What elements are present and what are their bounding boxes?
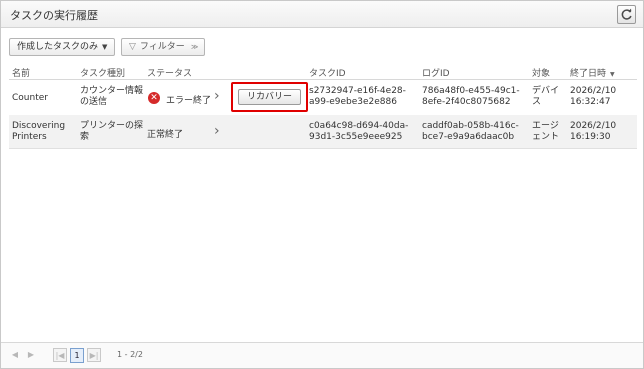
- column-header-log-id[interactable]: ログID: [422, 66, 450, 79]
- target: エージ ェント: [532, 121, 559, 143]
- task-type-line: の送信: [80, 97, 108, 107]
- task-type-line: 索: [80, 132, 90, 142]
- column-header-status[interactable]: ステータス: [147, 66, 192, 79]
- target-line: ス: [532, 97, 542, 107]
- end-date: 2026/2/10: [570, 121, 617, 131]
- column-header-target[interactable]: 対象: [532, 66, 550, 79]
- end-clock: 16:19:30: [570, 132, 611, 142]
- table-header: 名前 タスク種別 ステータス タスクID ログID 対象 終了日時 ▼: [9, 63, 637, 80]
- status-text: エラー終了: [166, 96, 212, 106]
- task-id-line: a99-e9ebe3e2e886: [309, 97, 397, 107]
- end-time: 2026/2/10 16:32:47: [570, 86, 616, 108]
- filter-icon: ▽: [129, 42, 136, 52]
- end-clock: 16:32:47: [570, 97, 611, 107]
- log-id: caddf0ab-058b-416c- bce7-e9a9a6daac0b: [422, 121, 519, 143]
- filter-button[interactable]: ▽ フィルター ≫: [121, 38, 205, 56]
- table-row[interactable]: Counter カウンター情報 の送信 ✕ エラー終了 › s2732947-e…: [9, 81, 637, 115]
- sort-descending-icon: ▼: [610, 71, 615, 78]
- target-line: ェント: [532, 132, 560, 142]
- target-line: エージ: [532, 121, 559, 131]
- page-range: 1 - 2/2: [117, 350, 143, 359]
- target-line: デバイ: [532, 86, 560, 96]
- task-type: カウンター情報 の送信: [80, 86, 143, 108]
- panel-header: タスクの実行履歴: [1, 1, 643, 28]
- target: デバイ ス: [532, 86, 559, 108]
- status-text: 正常終了: [147, 130, 184, 140]
- page-title: タスクの実行履歴: [10, 9, 98, 22]
- double-chevron-down-icon: ≫: [191, 43, 199, 51]
- recovery-button[interactable]: リカバリー: [238, 89, 301, 105]
- current-page-button[interactable]: 1: [70, 348, 84, 363]
- chevron-down-icon: ▼: [102, 43, 108, 51]
- column-header-end-time[interactable]: 終了日時 ▼: [570, 66, 615, 79]
- task-name: Discovering Printers: [12, 121, 65, 143]
- scroll-right-icon[interactable]: ▶: [24, 348, 38, 362]
- chevron-right-icon[interactable]: ›: [214, 88, 220, 104]
- task-id: c0a64c98-d694-40da- 93d1-3c55e9eee925: [309, 121, 408, 143]
- error-icon: ✕: [148, 92, 160, 104]
- log-id: 786a48f0-e455-49c1- 8efe-2f40c8075682: [422, 86, 520, 108]
- column-header-name[interactable]: 名前: [12, 66, 30, 79]
- chevron-right-icon[interactable]: ›: [214, 123, 220, 139]
- recovery-button-highlight: リカバリー: [231, 82, 308, 112]
- refresh-icon: [621, 8, 632, 20]
- scope-dropdown-label: 作成したタスクのみ: [17, 42, 99, 52]
- first-page-icon[interactable]: |◀: [53, 348, 67, 362]
- task-id-line: 93d1-3c55e9eee925: [309, 132, 403, 142]
- log-id-line: bce7-e9a9a6daac0b: [422, 132, 515, 142]
- log-id-line: 786a48f0-e455-49c1-: [422, 86, 520, 96]
- refresh-button[interactable]: [617, 5, 636, 24]
- task-type-line: プリンターの探: [80, 121, 144, 131]
- task-name: Counter: [12, 93, 48, 103]
- task-type-line: カウンター情報: [80, 86, 144, 96]
- column-header-end-time-label: 終了日時: [570, 69, 607, 79]
- column-header-task-id[interactable]: タスクID: [309, 66, 346, 79]
- filter-label: フィルター: [139, 42, 185, 52]
- end-time: 2026/2/10 16:19:30: [570, 121, 616, 143]
- pagination-bar: ◀ ▶ |◀ 1 ▶| 1 - 2/2: [1, 342, 643, 368]
- log-id-line: caddf0ab-058b-416c-: [422, 121, 519, 131]
- table-row[interactable]: Discovering Printers プリンターの探 索 正常終了 › c0…: [9, 115, 637, 149]
- scope-dropdown[interactable]: 作成したタスクのみ ▼: [9, 38, 115, 56]
- end-date: 2026/2/10: [570, 86, 617, 96]
- task-id-line: s2732947-e16f-4e28-: [309, 86, 406, 96]
- status-cell: 正常終了: [147, 127, 183, 140]
- task-id: s2732947-e16f-4e28- a99-e9ebe3e2e886: [309, 86, 406, 108]
- column-header-task-type[interactable]: タスク種別: [80, 66, 125, 79]
- task-history-panel: タスクの実行履歴 作成したタスクのみ ▼ ▽ フィルター ≫ 名前 タスク種別 ス…: [0, 0, 644, 369]
- task-name-line: Printers: [12, 132, 47, 142]
- task-type: プリンターの探 索: [80, 121, 143, 143]
- last-page-icon[interactable]: ▶|: [87, 348, 101, 362]
- scroll-left-icon[interactable]: ◀: [8, 348, 22, 362]
- task-id-line: c0a64c98-d694-40da-: [309, 121, 409, 131]
- task-name-line: Discovering: [12, 121, 66, 131]
- log-id-line: 8efe-2f40c8075682: [422, 97, 511, 107]
